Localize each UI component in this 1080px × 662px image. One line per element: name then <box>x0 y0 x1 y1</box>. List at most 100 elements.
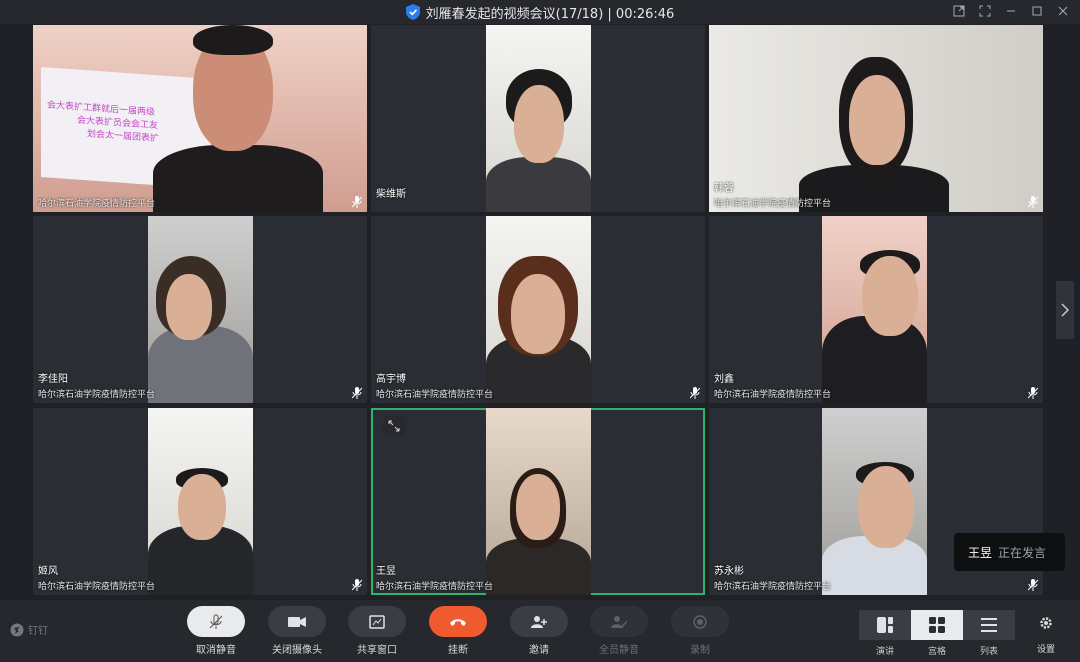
participant-video <box>148 216 253 403</box>
title-bar: 刘雁春发起的视频会议(17/18) | 00:26:46 <box>0 0 1080 24</box>
participant-tile[interactable]: 韩蓉 哈尔滨石油学院疫情防控平台 <box>709 25 1043 212</box>
mic-muted-icon <box>1028 579 1038 591</box>
layout-list-label: 列表 <box>979 647 998 657</box>
list-layout-icon <box>981 618 997 632</box>
person <box>153 25 323 212</box>
settings-button[interactable]: 设置 <box>1034 616 1058 655</box>
dingtalk-logo-icon <box>10 623 24 636</box>
participant-org: 哈尔滨石油学院疫情防控平台 <box>38 390 156 400</box>
mute-all-control: 全员静音 <box>584 606 654 656</box>
hangup-label: 挂断 <box>448 645 468 656</box>
participant-org: 哈尔滨石油学院疫情防控平台 <box>376 582 494 592</box>
participant-org: 哈尔滨石油学院疫情防控平台 <box>714 582 832 592</box>
mic-muted-icon <box>352 387 362 399</box>
participant-org: 哈尔滨石油学院疫情防控平台 <box>38 199 156 209</box>
hangup-button[interactable] <box>429 606 487 637</box>
gear-icon <box>1040 617 1052 629</box>
invite-button[interactable] <box>510 606 568 637</box>
mic-muted-icon <box>1028 196 1038 208</box>
layout-grid-button[interactable] <box>911 610 963 640</box>
participant-org: 哈尔滨石油学院疫情防控平台 <box>714 199 832 209</box>
app-logo: 钉钉 <box>10 622 48 637</box>
record-button[interactable] <box>671 606 729 637</box>
layout-grid-label: 宫格 <box>927 647 946 657</box>
participant-tile[interactable]: 高宇博 哈尔滨石油学院疫情防控平台 <box>371 216 705 403</box>
participant-org: 哈尔滨石油学院疫情防控平台 <box>38 582 156 592</box>
maximize-icon[interactable] <box>1030 4 1044 18</box>
invite-label: 邀请 <box>529 645 549 656</box>
participant-tile-active[interactable]: 王昱 哈尔滨石油学院疫情防控平台 <box>371 408 705 595</box>
mic-off-icon <box>209 614 223 629</box>
participant-tile[interactable]: 李佳阳 哈尔滨石油学院疫情防控平台 <box>33 216 367 403</box>
participant-org: 哈尔滨石油学院疫情防控平台 <box>376 390 494 400</box>
expand-icon[interactable] <box>383 416 405 436</box>
camera-icon <box>288 616 306 627</box>
fullscreen-icon[interactable] <box>978 4 992 18</box>
mute-all-label: 全员静音 <box>599 645 639 656</box>
add-user-icon <box>531 615 547 628</box>
mic-muted-icon <box>352 196 362 208</box>
participant-video <box>709 25 1043 212</box>
participant-video <box>148 408 253 595</box>
record-label: 录制 <box>690 645 710 656</box>
chevron-right-icon <box>1061 303 1069 317</box>
participant-name: 柴维斯 <box>376 189 406 200</box>
participant-tile[interactable]: 刘鑫 哈尔滨石油学院疫情防控平台 <box>709 216 1043 403</box>
speaker-name: 王昱 <box>968 545 993 560</box>
mic-muted-icon <box>1028 387 1038 399</box>
video-grid: 会大表扩工群就后一届两级 会大表扩员会会工友 划会太一届团表扩 哈尔滨石油学院疫… <box>33 25 1043 596</box>
mute-all-icon <box>611 615 627 628</box>
window-title: 刘雁春发起的视频会议(17/18) | 00:26:46 <box>425 6 675 22</box>
participant-name: 姬风 <box>38 566 58 577</box>
layout-speaker-label: 演讲 <box>875 647 894 657</box>
share-window-label: 共享窗口 <box>357 645 397 656</box>
speaking-status: 正在发言 <box>998 545 1047 560</box>
participant-name: 刘鑫 <box>714 374 734 385</box>
share-control: 共享窗口 <box>342 606 412 656</box>
participant-name: 高宇博 <box>376 374 406 385</box>
mic-muted-icon <box>690 387 700 399</box>
participant-name: 苏永彬 <box>714 566 744 577</box>
popout-icon[interactable] <box>952 4 966 18</box>
settings-label: 设置 <box>1036 645 1055 655</box>
unmute-button[interactable] <box>187 606 245 637</box>
hangup-control: 挂断 <box>423 606 493 656</box>
next-page-button[interactable] <box>1056 281 1074 339</box>
camera-off-button[interactable] <box>268 606 326 637</box>
participant-name: 韩蓉 <box>714 183 734 194</box>
participant-name: 李佳阳 <box>38 374 68 385</box>
participant-video <box>822 216 927 403</box>
participant-tile[interactable]: 柴维斯 <box>371 25 705 212</box>
record-control: 录制 <box>665 606 735 656</box>
camera-off-label: 关闭摄像头 <box>272 645 322 656</box>
shield-icon <box>405 4 420 20</box>
close-icon[interactable] <box>1056 4 1070 18</box>
speaking-toast: 王昱 正在发言 <box>954 533 1065 571</box>
layout-speaker-button[interactable] <box>859 610 911 640</box>
layout-list-button[interactable] <box>963 610 1015 640</box>
record-icon <box>693 614 707 629</box>
grid-layout-icon <box>929 617 945 633</box>
speaker-layout-icon <box>877 617 893 633</box>
phone-hangup-icon <box>450 618 466 626</box>
mute-all-button[interactable] <box>590 606 648 637</box>
participant-org: 哈尔滨石油学院疫情防控平台 <box>714 390 832 400</box>
participant-tile[interactable]: 姬风 哈尔滨石油学院疫情防控平台 <box>33 408 367 595</box>
unmute-control: 取消静音 <box>181 606 251 656</box>
share-screen-icon <box>369 614 385 629</box>
invite-control: 邀请 <box>504 606 574 656</box>
logo-text: 钉钉 <box>28 626 48 637</box>
participant-video: 会大表扩工群就后一届两级 会大表扩员会会工友 划会太一届团表扩 <box>33 25 367 212</box>
participant-name: 王昱 <box>376 566 396 577</box>
mic-muted-icon <box>352 579 362 591</box>
participant-video <box>486 216 591 403</box>
share-window-button[interactable] <box>348 606 406 637</box>
participant-video <box>486 25 591 212</box>
unmute-label: 取消静音 <box>196 645 236 656</box>
bottom-toolbar: 钉钉 取消静音 关闭摄像头 共享窗口 挂断 邀请 全员静音 录制 演讲 宫格 列… <box>0 600 1080 662</box>
participant-video <box>822 408 927 595</box>
layout-switcher <box>859 610 1015 640</box>
participant-tile[interactable]: 会大表扩工群就后一届两级 会大表扩员会会工友 划会太一届团表扩 哈尔滨石油学院疫… <box>33 25 367 212</box>
participant-video <box>486 408 591 595</box>
minimize-icon[interactable] <box>1004 4 1018 18</box>
